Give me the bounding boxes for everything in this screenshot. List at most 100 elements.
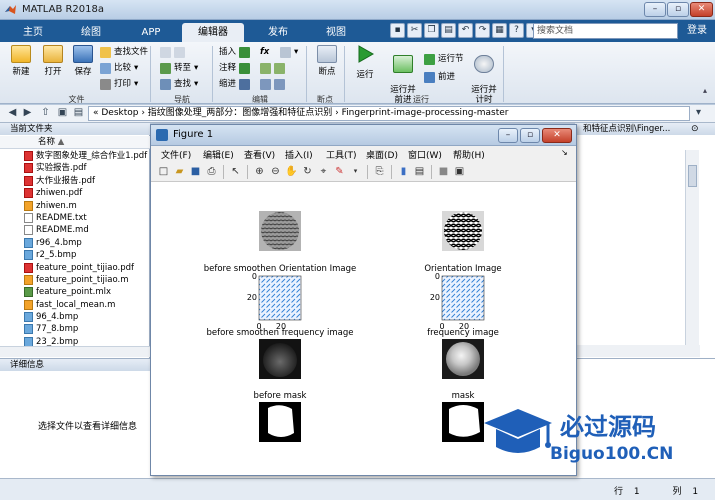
horizontal-scrollbar[interactable] — [0, 346, 150, 357]
brush-icon[interactable]: ✎ — [333, 165, 346, 178]
link-plot-icon[interactable]: ⎘ — [373, 165, 386, 178]
menu-help[interactable]: 帮助(H) — [453, 148, 485, 161]
save-figure-icon[interactable]: ■ — [189, 165, 202, 178]
menu-file[interactable]: 文件(F) — [161, 148, 191, 161]
tab-apps[interactable]: APP — [124, 23, 178, 42]
figure-title-bar[interactable]: Figure 1 – ▫ ✕ — [151, 125, 576, 146]
menu-insert[interactable]: 插入(I) — [285, 148, 313, 161]
search-docs-input[interactable]: 搜索文档 — [533, 23, 678, 39]
copy-icon[interactable]: ❐ — [424, 23, 439, 38]
data-cursor-icon[interactable]: ⌖ — [317, 165, 330, 178]
comment-button[interactable]: 注释 — [219, 61, 251, 75]
menu-view[interactable]: 查看(V) — [244, 148, 275, 161]
figure-close-button[interactable]: ✕ — [542, 128, 572, 143]
collapse-ribbon-icon[interactable]: ▴ — [703, 86, 707, 95]
nav-arrows[interactable] — [160, 45, 185, 59]
comment-toggle-buttons[interactable] — [260, 61, 285, 75]
zoom-in-icon[interactable]: ⊕ — [253, 165, 266, 178]
tab-plots[interactable]: 绘图 — [66, 23, 116, 42]
tab-publish[interactable]: 发布 — [252, 23, 304, 42]
redo-icon[interactable]: ↷ — [475, 23, 490, 38]
zoom-out-icon[interactable]: ⊖ — [269, 165, 282, 178]
colorbar-icon[interactable]: ▮ — [397, 165, 410, 178]
horizontal-scrollbar-right[interactable] — [575, 345, 700, 357]
file-list-item[interactable]: 数字图象处理_综合作业1.pdf — [0, 150, 150, 162]
paste-icon[interactable]: ▤ — [441, 23, 456, 38]
find-button[interactable]: 查找 ▾ — [160, 77, 198, 91]
menu-edit[interactable]: 编辑(E) — [203, 148, 234, 161]
login-button[interactable]: 登录 — [682, 23, 712, 39]
file-list-item[interactable]: r2_5.bmp — [0, 249, 150, 261]
new-figure-icon[interactable]: □ — [157, 165, 170, 178]
find-files-button[interactable]: 查找文件 — [100, 45, 148, 59]
run-section-button[interactable]: 运行节 — [424, 52, 464, 66]
indent-button[interactable]: 缩进 — [219, 77, 251, 91]
tab-home[interactable]: 主页 — [8, 23, 58, 42]
maximize-button[interactable]: ▫ — [667, 2, 689, 17]
file-list-item[interactable]: 实验报告.pdf — [0, 162, 150, 174]
menu-tools[interactable]: 工具(T) — [326, 148, 357, 161]
switch-windows-icon[interactable]: ▦ — [492, 23, 507, 38]
show-tools-icon[interactable]: ▣ — [453, 165, 466, 178]
chevron-down-icon[interactable]: ▾ — [692, 107, 705, 120]
close-button[interactable]: ✕ — [690, 2, 713, 17]
file-list-item[interactable]: feature_point_tijiao.m — [0, 274, 150, 286]
menu-desktop[interactable]: 桌面(D) — [366, 148, 398, 161]
insert-function-button[interactable]: ▾ — [280, 45, 298, 59]
breakpoints-button[interactable]: 断点 — [310, 44, 344, 92]
up-folder-icon[interactable]: ⇧ — [39, 107, 52, 120]
pointer-icon[interactable]: ↖ — [229, 165, 242, 178]
run-button[interactable]: 运行 — [348, 44, 382, 92]
current-folder-path[interactable]: « Desktop › 指纹图像处理_两部分：图像增强和特征点识别 › Fing… — [88, 106, 690, 121]
advance-button[interactable]: 前进 — [424, 70, 455, 84]
vertical-scrollbar[interactable] — [685, 150, 699, 350]
insert-button[interactable]: 插入 — [219, 45, 251, 59]
scroll-thumb[interactable] — [688, 165, 697, 187]
hide-tools-icon[interactable]: ■ — [437, 165, 450, 178]
fx-button[interactable]: fx — [260, 45, 269, 59]
forward-icon[interactable]: ▶ — [21, 107, 34, 120]
goto-button[interactable]: 转至 ▾ — [160, 61, 198, 75]
cut-icon[interactable]: ✂ — [407, 23, 422, 38]
back-icon[interactable]: ◀ — [6, 107, 19, 120]
legend-icon[interactable]: ▤ — [413, 165, 426, 178]
print-button[interactable]: 打印 ▾ — [100, 77, 138, 91]
browse-folder-icon[interactable]: ▣ — [56, 107, 69, 120]
file-list-item[interactable]: zhiwen.pdf — [0, 187, 150, 199]
pan-hand-icon[interactable]: ✋ — [285, 165, 298, 178]
new-button[interactable]: 新建 — [4, 44, 38, 92]
chevron-down-icon[interactable]: ▾ — [349, 165, 362, 178]
run-and-advance-button[interactable]: 运行并 前进 — [385, 44, 421, 105]
run-and-time-button[interactable]: 运行并 计时 — [466, 44, 502, 105]
tab-editor[interactable]: 编辑器 — [182, 23, 244, 42]
minimize-button[interactable]: – — [644, 2, 666, 17]
open-button[interactable]: 打开 — [36, 44, 70, 92]
indent-buttons[interactable] — [260, 77, 285, 91]
file-list-item[interactable]: r96_4.bmp — [0, 237, 150, 249]
panel-menu-icon[interactable]: ⊙ — [691, 124, 699, 134]
save-button[interactable]: 保存 — [66, 44, 100, 92]
file-list-item[interactable]: zhiwen.m — [0, 200, 150, 212]
file-list-item[interactable]: README.md — [0, 224, 150, 236]
dock-arrow-icon[interactable]: ↘ — [561, 148, 568, 157]
compare-button[interactable]: 比较 ▾ — [100, 61, 138, 75]
file-name: feature_point_tijiao.pdf — [36, 262, 135, 273]
undo-icon[interactable]: ↶ — [458, 23, 473, 38]
open-file-icon[interactable]: ▰ — [173, 165, 186, 178]
file-list-item[interactable]: fast_local_mean.m — [0, 299, 150, 311]
tab-view[interactable]: 视图 — [310, 23, 362, 42]
print-figure-icon[interactable]: ⎙ — [205, 165, 218, 178]
file-list-item[interactable]: 77_8.bmp — [0, 323, 150, 335]
help-icon[interactable]: ? — [509, 23, 524, 38]
file-list-item[interactable]: 96_4.bmp — [0, 311, 150, 323]
file-list-item[interactable]: README.txt — [0, 212, 150, 224]
file-list-item[interactable]: feature_point.mlx — [0, 286, 150, 298]
column-header-name[interactable]: 名称 ▲ — [0, 136, 150, 149]
file-list-item[interactable]: feature_point_tijiao.pdf — [0, 262, 150, 274]
save-quick-icon[interactable]: ▪ — [390, 23, 405, 38]
menu-window[interactable]: 窗口(W) — [408, 148, 442, 161]
file-list-item[interactable]: 大作业报告.pdf — [0, 175, 150, 187]
figure-maximize-button[interactable]: ▫ — [520, 128, 540, 143]
rotate-3d-icon[interactable]: ↻ — [301, 165, 314, 178]
figure-minimize-button[interactable]: – — [498, 128, 518, 143]
